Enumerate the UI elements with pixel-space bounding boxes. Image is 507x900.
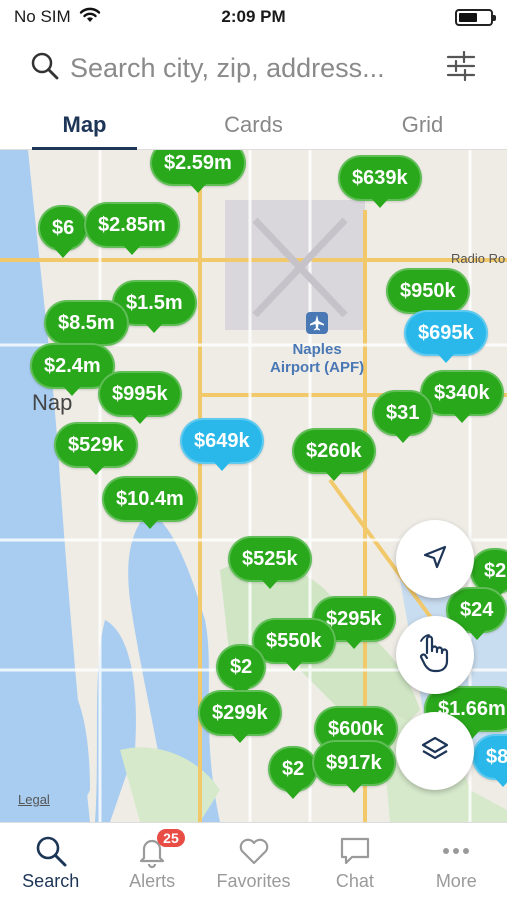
price-pin[interactable]: $260k: [292, 428, 376, 481]
airport-name: Naples: [292, 341, 342, 358]
airport-code: Airport (APF): [270, 359, 365, 376]
nav-alerts[interactable]: 25 Alerts: [101, 823, 202, 900]
search-icon: [30, 51, 60, 86]
draw-area-button[interactable]: [396, 616, 474, 694]
price-pin[interactable]: $917k: [312, 740, 396, 793]
view-tabs: Map Cards Grid: [0, 104, 507, 150]
map-view[interactable]: Radio Ro Nap Naples Airport (APF) $2.59m…: [0, 150, 507, 822]
search-icon: [34, 831, 68, 871]
nav-chat[interactable]: Chat: [304, 823, 405, 900]
road-label: Radio Ro: [451, 251, 506, 266]
price-pin[interactable]: $995k: [98, 371, 182, 424]
price-pin[interactable]: $2.85m: [84, 202, 180, 255]
price-pin[interactable]: $525k: [228, 536, 312, 589]
wifi-icon: [79, 7, 101, 28]
layers-icon: [420, 734, 450, 769]
tab-map[interactable]: Map: [0, 104, 169, 150]
search-input[interactable]: [70, 52, 435, 84]
status-bar: No SIM 2:09 PM: [0, 0, 507, 34]
navigation-arrow-icon: [422, 544, 448, 575]
legal-link[interactable]: Legal: [18, 792, 50, 807]
more-dots-icon: [439, 831, 473, 871]
heart-icon: [237, 831, 271, 871]
nav-favorites[interactable]: Favorites: [203, 823, 304, 900]
nav-label: Alerts: [129, 871, 176, 891]
nav-label: Chat: [335, 871, 374, 891]
nav-search[interactable]: Search: [0, 823, 101, 900]
locate-me-button[interactable]: [396, 520, 474, 598]
price-pin[interactable]: $10.4m: [102, 476, 198, 529]
price-pin[interactable]: $639k: [338, 155, 422, 208]
alerts-count-badge: 25: [157, 829, 185, 847]
draw-hand-icon: [417, 633, 453, 678]
status-time: 2:09 PM: [221, 7, 286, 26]
status-left: No SIM: [14, 7, 101, 28]
price-pin[interactable]: $649k: [180, 418, 264, 471]
nav-label: Search: [22, 871, 80, 891]
price-pin[interactable]: $529k: [54, 422, 138, 475]
nav-label: More: [435, 871, 477, 891]
price-pin[interactable]: $6: [38, 205, 89, 258]
price-pin[interactable]: $8.5m: [44, 300, 129, 353]
price-pin[interactable]: $31: [372, 390, 434, 443]
battery-icon: [455, 8, 496, 26]
price-pin[interactable]: $695k: [404, 310, 488, 363]
price-pin[interactable]: $2: [268, 746, 319, 799]
chat-icon: [338, 831, 372, 871]
nav-more[interactable]: More: [406, 823, 507, 900]
bottom-tab-bar: Search 25 Alerts Favorites Chat More: [0, 822, 507, 900]
price-pin[interactable]: $950k: [386, 268, 470, 321]
carrier-label: No SIM: [14, 7, 71, 26]
airplane-icon: [270, 312, 364, 339]
search-bar: [0, 40, 507, 96]
price-pin[interactable]: $2: [216, 644, 267, 697]
price-pin[interactable]: $299k: [198, 690, 282, 743]
filter-sliders-icon[interactable]: [445, 50, 477, 87]
price-pin[interactable]: $2.59m: [150, 150, 246, 193]
map-layers-button[interactable]: [396, 712, 474, 790]
tab-grid[interactable]: Grid: [338, 104, 507, 149]
tab-cards[interactable]: Cards: [169, 104, 338, 149]
price-pin[interactable]: $550k: [252, 618, 336, 671]
nav-label: Favorites: [216, 871, 291, 891]
airport-label: Naples Airport (APF): [270, 312, 364, 377]
